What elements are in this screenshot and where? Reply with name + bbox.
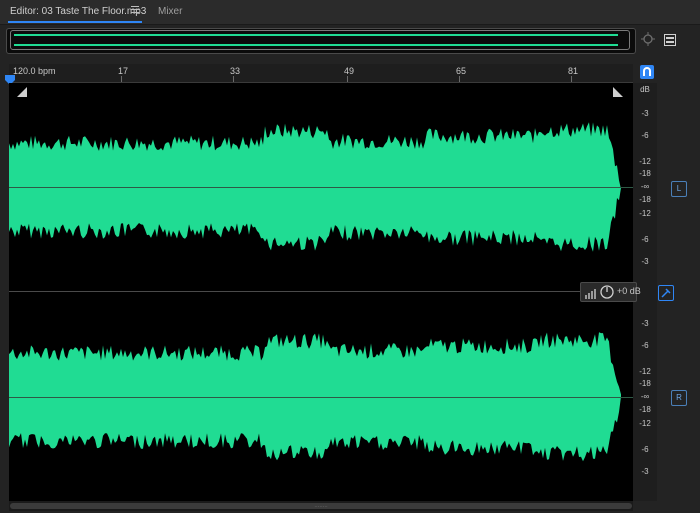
channel-divider (9, 291, 633, 292)
time-selection-icon[interactable] (664, 33, 676, 46)
db-label: -18 (639, 195, 651, 204)
zoom-icon[interactable] (641, 32, 655, 46)
db-label: -12 (639, 419, 651, 428)
db-label: -6 (641, 341, 649, 350)
ruler-label-33: 33 (230, 66, 241, 76)
db-label: -3 (641, 467, 649, 476)
channel-label-right[interactable]: R (671, 390, 687, 406)
db-label: -3 (641, 257, 649, 266)
left-channel-centerline (9, 187, 633, 188)
scrollbar-thumb[interactable]: ........ (10, 503, 632, 509)
db-label: -6 (641, 131, 649, 140)
snap-magnet-icon[interactable] (640, 65, 654, 79)
scrollbar-grip: ........ (314, 503, 328, 509)
volume-value[interactable]: +0 dB (617, 286, 641, 296)
tab-mixer[interactable]: Mixer (158, 0, 182, 24)
channel-label-left[interactable]: L (671, 181, 687, 197)
db-label: -6 (641, 445, 649, 454)
ruler-tick (459, 76, 460, 82)
db-label: -12 (639, 157, 651, 166)
db-label: -6 (641, 235, 649, 244)
db-label: -3 (641, 319, 649, 328)
ruler-tick (571, 76, 572, 82)
ruler-label-49: 49 (344, 66, 355, 76)
volume-bars-icon (585, 286, 597, 299)
db-label: -12 (639, 209, 651, 218)
waveform-canvas (9, 122, 621, 462)
db-label: -18 (639, 405, 651, 414)
right-channel-centerline (9, 397, 633, 398)
db-label: -18 (639, 379, 651, 388)
db-label: -∞ (640, 182, 650, 191)
db-label: -3 (641, 109, 649, 118)
volume-knob-icon[interactable] (600, 285, 614, 299)
ruler-label-81: 81 (568, 66, 579, 76)
time-ruler[interactable]: 120.0 bpm 17 33 49 65 81 (9, 64, 633, 83)
overview-visible-range[interactable] (10, 30, 630, 50)
ruler-tick (347, 76, 348, 82)
active-tab-indicator (8, 21, 142, 23)
ruler-tick (121, 76, 122, 82)
db-unit-label: dB (640, 85, 650, 94)
db-label: -18 (639, 169, 651, 178)
ruler-tick (233, 76, 234, 82)
ruler-label-65: 65 (456, 66, 467, 76)
waveform-display[interactable] (9, 83, 633, 501)
volume-hud[interactable]: +0 dB (580, 282, 641, 302)
db-label: -12 (639, 367, 651, 376)
ruler-label-tempo: 120.0 bpm (13, 66, 56, 76)
ruler-label-17: 17 (118, 66, 129, 76)
playhead-icon[interactable] (5, 72, 15, 85)
db-label: -∞ (640, 392, 650, 401)
pin-icon[interactable] (658, 285, 674, 301)
hamburger-menu-icon[interactable] (131, 6, 139, 16)
